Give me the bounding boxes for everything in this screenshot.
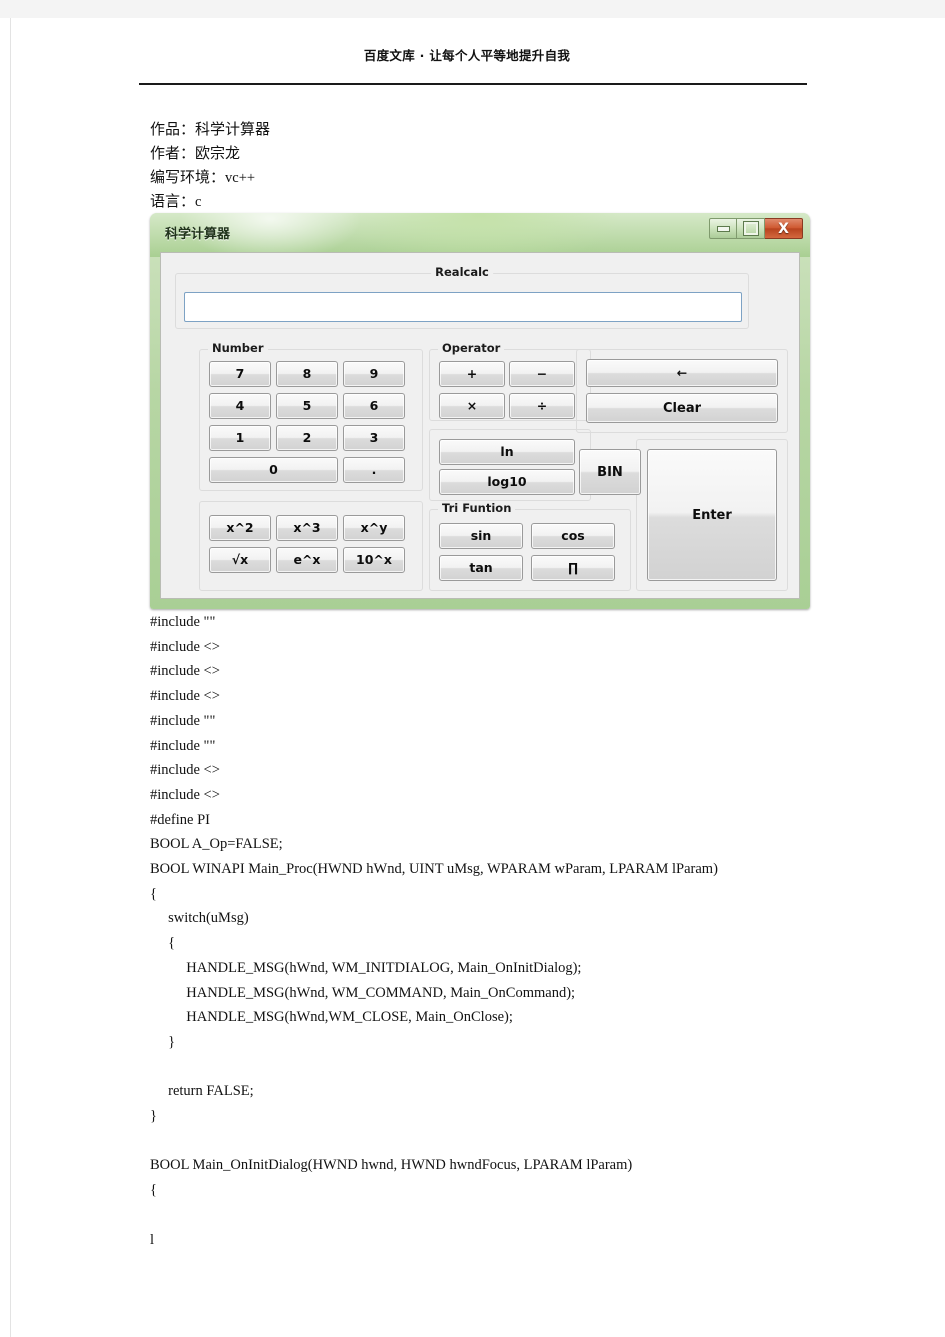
code-line: switch(uMsg) <box>150 910 249 926</box>
number-button-6[interactable]: 6 <box>343 393 405 419</box>
number-button-7[interactable]: 7 <box>209 361 271 387</box>
meta-line: 作品：科学计算器 <box>150 118 270 139</box>
tri-button-sin[interactable]: sin <box>439 523 523 549</box>
meta-label: 编写环境： <box>150 168 226 186</box>
power-button-x3[interactable]: x^3 <box>276 515 338 541</box>
function-button-log10[interactable]: log10 <box>439 469 575 495</box>
display-groupbox: Realcalc <box>175 265 749 329</box>
operator-button-add[interactable]: + <box>439 361 505 387</box>
meta-value: 科学计算器 <box>195 120 271 138</box>
minimize-button[interactable] <box>709 218 737 239</box>
power-button-ex[interactable]: e^x <box>276 547 338 573</box>
window-title: 科学计算器 <box>165 227 231 242</box>
code-line: HANDLE_MSG(hWnd, WM_COMMAND, Main_OnComm… <box>150 985 576 1001</box>
number-button-8[interactable]: 8 <box>276 361 338 387</box>
number-button-9[interactable]: 9 <box>343 361 405 387</box>
operator-button-divide[interactable]: ÷ <box>509 393 575 419</box>
code-line: return FALSE; <box>150 1083 254 1099</box>
operator-button-multiply[interactable]: × <box>439 393 505 419</box>
function-button-ln[interactable]: ln <box>439 439 575 465</box>
enter-button[interactable]: Enter <box>647 449 777 581</box>
page-left-margin-rule <box>0 18 11 1337</box>
code-line: BOOL WINAPI Main_Proc(HWND hWnd, UINT uM… <box>150 861 718 877</box>
calculator-display-input[interactable] <box>184 292 742 322</box>
close-button[interactable]: X <box>765 218 803 239</box>
tri-group-label: Tri Funtion <box>438 501 516 515</box>
code-line: #include <> <box>150 787 220 803</box>
meta-value: c <box>195 194 202 210</box>
code-line: { <box>150 935 176 951</box>
calculator-client-area: Realcalc Number Operator Tri Funtion 789… <box>160 252 800 599</box>
code-line: #include "" <box>150 738 216 754</box>
tri-button-tan[interactable]: tan <box>439 555 523 581</box>
meta-value: 欧宗龙 <box>195 144 241 162</box>
header-divider <box>139 83 807 85</box>
display-group-label: Realcalc <box>431 265 493 279</box>
maximize-button[interactable] <box>737 218 765 239</box>
number-button-2[interactable]: 2 <box>276 425 338 451</box>
calculator-window[interactable]: 科学计算器 X Realcalc Number Operator Tri Fun… <box>150 213 810 609</box>
close-icon: X <box>778 220 789 237</box>
code-line: #include <> <box>150 639 220 655</box>
header-title: 百度文库 · 让每个人平等地提升自我 <box>363 48 571 63</box>
power-button-sqrt[interactable]: √x <box>209 547 271 573</box>
code-line: BOOL Main_OnInitDialog(HWND hwnd, HWND h… <box>150 1157 633 1173</box>
tri-button-cos[interactable]: cos <box>531 523 615 549</box>
number-button-1[interactable]: 1 <box>209 425 271 451</box>
code-line: BOOL A_Op=FALSE; <box>150 836 283 852</box>
number-button-0[interactable]: 0 <box>209 457 338 483</box>
code-line: HANDLE_MSG(hWnd,WM_CLOSE, Main_OnClose); <box>150 1009 513 1025</box>
number-button-dot[interactable]: . <box>343 457 405 483</box>
code-line: HANDLE_MSG(hWnd, WM_INITDIALOG, Main_OnI… <box>150 960 582 976</box>
code-line: { <box>150 1182 157 1198</box>
code-line: #include <> <box>150 688 220 704</box>
backspace-button[interactable]: ← <box>586 359 778 387</box>
power-button-x2[interactable]: x^2 <box>209 515 271 541</box>
maximize-icon <box>743 222 758 235</box>
code-line: #include <> <box>150 663 220 679</box>
power-button-10x[interactable]: 10^x <box>343 547 405 573</box>
window-titlebar[interactable]: 科学计算器 X <box>157 218 803 248</box>
meta-value: vc++ <box>225 170 256 186</box>
bin-button[interactable]: BIN <box>579 449 641 495</box>
clear-button[interactable]: Clear <box>586 393 778 423</box>
meta-label: 作者： <box>150 144 196 162</box>
meta-line: 语言：c <box>150 190 201 211</box>
code-line: #include <> <box>150 762 220 778</box>
number-group-label: Number <box>208 341 268 355</box>
code-line: } <box>150 1108 157 1124</box>
minimize-icon <box>716 225 730 232</box>
tri-button-pi[interactable]: ∏ <box>531 555 615 581</box>
code-line: #include "" <box>150 713 216 729</box>
number-button-5[interactable]: 5 <box>276 393 338 419</box>
operator-button-subtract[interactable]: − <box>509 361 575 387</box>
operator-group-label: Operator <box>438 341 505 355</box>
meta-line: 编写环境：vc++ <box>150 166 255 187</box>
meta-line: 作者：欧宗龙 <box>150 142 240 163</box>
meta-label: 作品： <box>150 120 196 138</box>
document-header: 百度文库 · 让每个人平等地提升自我 <box>0 45 934 65</box>
code-line: #include "" <box>150 614 216 630</box>
code-line: l <box>150 1232 155 1248</box>
window-controls: X <box>709 218 803 239</box>
code-line: } <box>150 1034 176 1050</box>
number-button-3[interactable]: 3 <box>343 425 405 451</box>
meta-label: 语言： <box>150 192 196 210</box>
page-top-strip <box>0 0 945 18</box>
code-line: #define PI <box>150 812 210 828</box>
power-button-xy[interactable]: x^y <box>343 515 405 541</box>
code-line: { <box>150 886 157 902</box>
number-button-4[interactable]: 4 <box>209 393 271 419</box>
